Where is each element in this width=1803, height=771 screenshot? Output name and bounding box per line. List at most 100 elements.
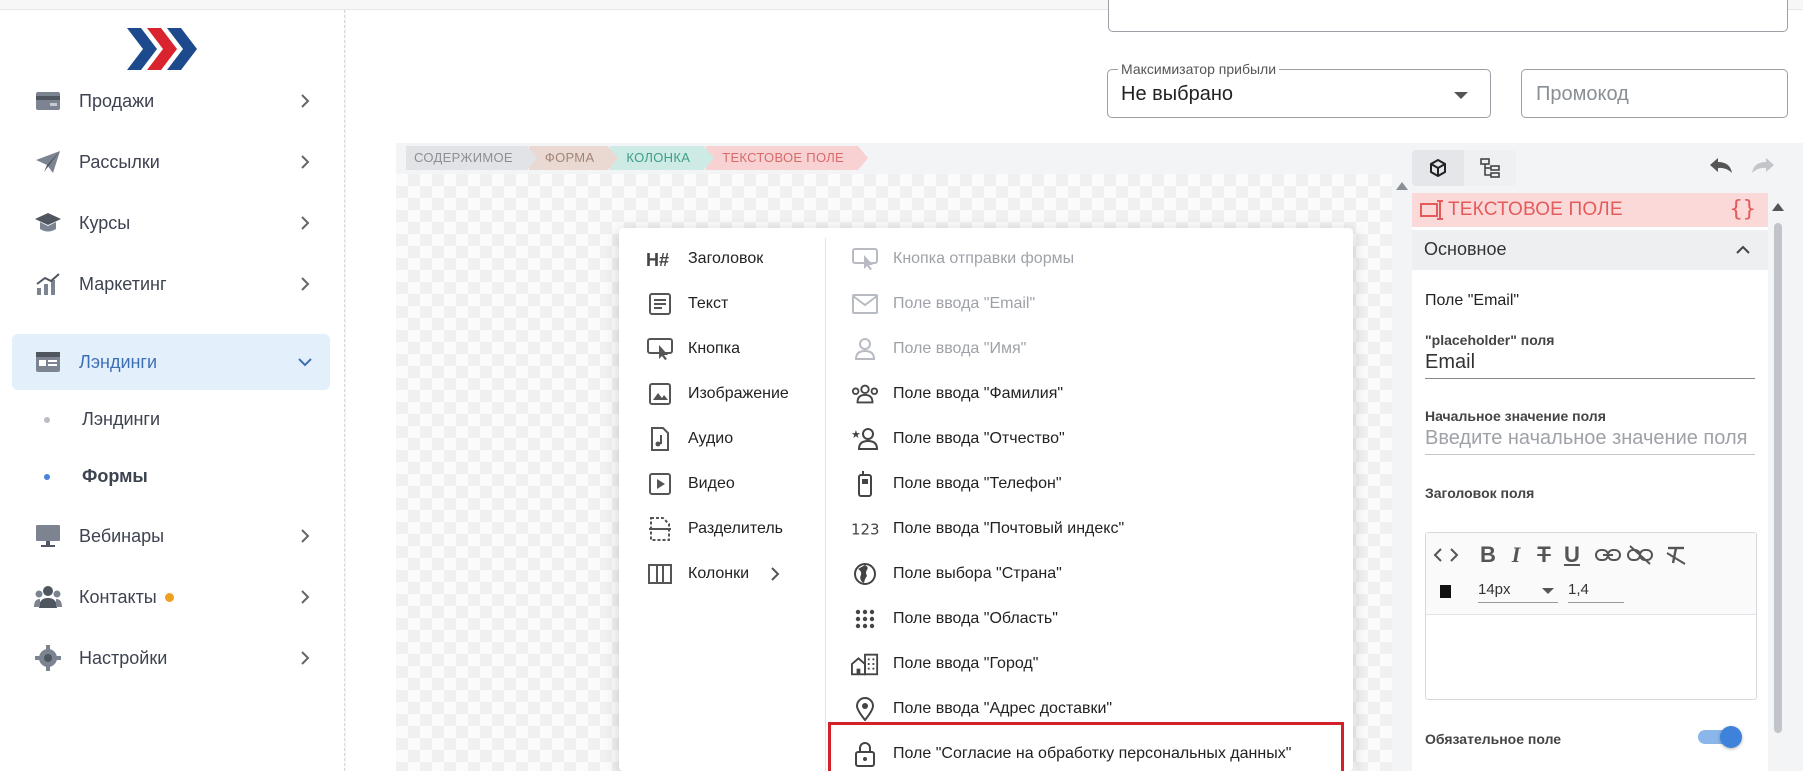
breadcrumb-item-column[interactable]: Колонка [610, 146, 714, 170]
breadcrumb-item-form[interactable]: Форма [528, 146, 618, 170]
font-size-value: 14px [1478, 581, 1511, 598]
logo-icon[interactable] [127, 24, 205, 74]
monitor-icon [34, 522, 62, 550]
undo-icon[interactable] [1706, 155, 1734, 179]
section-basic[interactable]: Основное [1412, 230, 1768, 270]
chevron-right-icon [301, 590, 310, 604]
svg-text:H#: H# [646, 250, 669, 269]
sidebar-subitem-label: Лэндинги [82, 409, 161, 429]
city-icon [851, 650, 879, 678]
sidebar-item-webinars[interactable]: Вебинары [12, 508, 330, 564]
sidebar-item-marketing[interactable]: Маркетинг [12, 256, 330, 312]
sidebar-item-landings[interactable]: Лэндинги [12, 334, 330, 390]
maximizer-label: Максимизатор прибыли [1118, 61, 1280, 77]
menu-item-city-field[interactable]: Поле ввода "Город" [851, 650, 1038, 678]
sidebar-item-sales[interactable]: Продажи [12, 73, 330, 129]
bullet-icon [44, 473, 50, 480]
sidebar-item-courses[interactable]: Курсы [12, 195, 330, 251]
menu-item-image[interactable]: Изображение [646, 380, 789, 408]
chevron-right-icon [301, 155, 310, 169]
scroll-up-arrow-icon[interactable] [1772, 203, 1784, 211]
email-icon [851, 290, 879, 318]
notification-dot [164, 593, 174, 603]
rich-text-editor[interactable]: B I T U 14px 1,4 [1425, 532, 1757, 700]
scrollbar-thumb[interactable] [1774, 223, 1782, 733]
underline-icon[interactable]: U [1558, 541, 1586, 569]
menu-item-label: Видео [688, 475, 735, 492]
tree-structure-icon [1480, 158, 1500, 178]
code-view-icon[interactable] [1432, 541, 1460, 569]
menu-item-heading[interactable]: H# Заголовок [646, 245, 763, 273]
menu-item-button[interactable]: Кнопка [646, 335, 740, 363]
menu-item-text[interactable]: Текст [646, 290, 728, 318]
menu-item-phone-field[interactable]: Поле ввода "Телефон" [851, 470, 1062, 498]
italic-icon[interactable]: I [1502, 541, 1530, 569]
unlink-icon[interactable] [1626, 541, 1654, 569]
required-toggle[interactable] [1698, 726, 1742, 748]
clear-format-icon[interactable] [1662, 541, 1690, 569]
link-icon[interactable] [1594, 541, 1622, 569]
placeholder-input[interactable]: Email [1425, 351, 1755, 379]
chevron-right-icon [301, 94, 310, 108]
menu-item-submit-button: Кнопка отправки формы [851, 245, 1074, 273]
menu-item-columns[interactable]: Колонки [646, 560, 781, 588]
sidebar-item-contacts[interactable]: Контакты [12, 569, 330, 625]
code-braces-icon[interactable]: {} [1730, 197, 1757, 222]
menu-item-postal-code-field[interactable]: 123 Поле ввода "Почтовый индекс" [851, 515, 1124, 543]
menu-item-patronymic-field[interactable]: ★ Поле ввода "Отчество" [851, 425, 1065, 453]
sidebar-item-label: Лэндинги [79, 351, 158, 372]
placeholder-label: "placeholder" поля [1425, 332, 1555, 348]
panel-header: Текстовое поле {} [1412, 193, 1768, 227]
menu-item-label: Текст [688, 295, 729, 312]
audio-icon [646, 425, 674, 453]
menu-item-surname-field[interactable]: Поле ввода "Фамилия" [851, 380, 1063, 408]
sidebar-item-settings[interactable]: Настройки [12, 630, 330, 686]
menu-item-divider[interactable]: Разделитель [646, 515, 783, 543]
dropdown-arrow-icon [1454, 92, 1468, 99]
panel-scrollbar[interactable] [1772, 193, 1784, 771]
text-color-swatch[interactable] [1440, 585, 1451, 598]
breadcrumb: Содержимое Форма Колонка Текстовое поле [406, 146, 868, 170]
chevron-right-icon [771, 567, 780, 581]
menu-item-region-field[interactable]: Поле ввода "Область" [851, 605, 1058, 633]
chevron-right-icon [301, 277, 310, 291]
paper-plane-icon [34, 148, 62, 176]
menu-item-country-field[interactable]: Поле выбора "Страна" [851, 560, 1062, 588]
top-input-field[interactable] [1108, 0, 1788, 32]
sidebar-item-label: Вебинары [79, 525, 165, 546]
required-label: Обязательное поле [1425, 731, 1562, 747]
person-icon [851, 335, 879, 363]
rich-text-toolbar: B I T U 14px 1,4 [1426, 533, 1756, 615]
maximizer-value: Не выбрано [1121, 83, 1233, 105]
tab-tree[interactable] [1464, 150, 1516, 186]
promo-input[interactable]: Промокод [1521, 69, 1788, 118]
bold-icon[interactable]: B [1474, 541, 1502, 569]
menu-item-video[interactable]: Видео [646, 470, 735, 498]
redo-icon[interactable] [1750, 155, 1778, 179]
strikethrough-icon[interactable]: T [1530, 541, 1558, 569]
line-height-input[interactable]: 1,4 [1568, 577, 1624, 603]
number-123-icon: 123 [851, 515, 879, 543]
field-name: Поле "Email" [1425, 292, 1520, 309]
sidebar-item-mailings[interactable]: Рассылки [12, 134, 330, 190]
sidebar-item-label: Продажи [79, 90, 155, 111]
initial-value-input[interactable]: Введите начальное значение поля [1425, 427, 1755, 455]
chevron-right-icon [301, 529, 310, 543]
popup-divider [825, 238, 826, 771]
sidebar-subitem-landings[interactable]: Лэндинги [44, 409, 160, 430]
sidebar-subitem-label: Формы [82, 466, 148, 486]
tab-properties[interactable] [1412, 150, 1464, 186]
font-size-select[interactable]: 14px [1478, 577, 1558, 603]
maximizer-select[interactable]: Максимизатор прибыли Не выбрано [1107, 61, 1491, 118]
chevron-right-icon [301, 651, 310, 665]
menu-item-label: Поле ввода "Имя" [893, 340, 1027, 357]
menu-item-label: Кнопка отправки формы [893, 250, 1075, 267]
menu-item-address-field[interactable]: Поле ввода "Адрес доставки" [851, 695, 1112, 723]
breadcrumb-item-content[interactable]: Содержимое [406, 146, 537, 170]
breadcrumb-item-text-field[interactable]: Текстовое поле [706, 146, 868, 170]
menu-item-label: Заголовок [688, 250, 764, 267]
menu-item-audio[interactable]: Аудио [646, 425, 733, 453]
scroll-up-arrow-icon[interactable] [1396, 182, 1408, 190]
landing-page-icon [34, 348, 62, 376]
sidebar-subitem-forms[interactable]: Формы [44, 466, 148, 487]
